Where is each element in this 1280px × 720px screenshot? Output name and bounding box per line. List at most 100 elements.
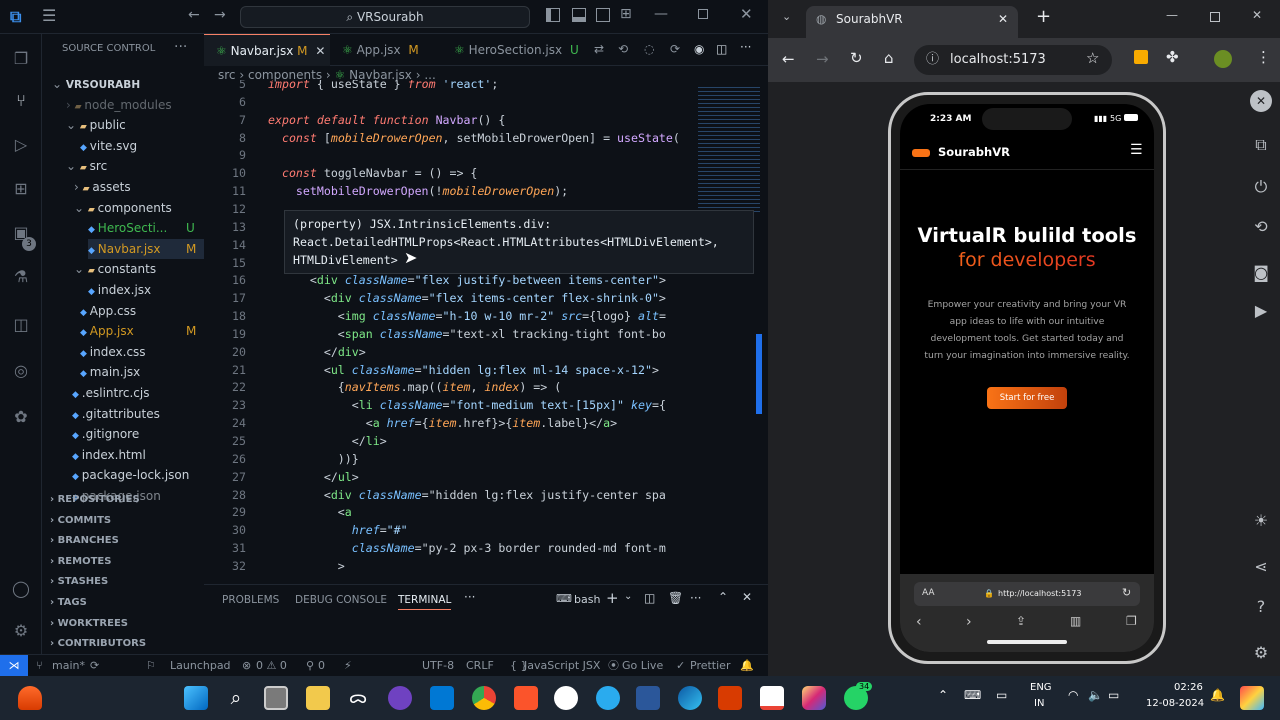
brave-icon[interactable] xyxy=(514,686,538,710)
tree-file[interactable]: ◆ Navbar.jsx M xyxy=(88,238,204,259)
tree-file[interactable]: ◆ package-lock.json xyxy=(72,465,189,485)
safari-back-icon[interactable]: ‹ xyxy=(916,614,922,630)
profile-avatar[interactable] xyxy=(1214,50,1232,68)
power-icon[interactable]: ⏻ xyxy=(1250,176,1272,198)
close-tab-icon[interactable]: ✕ xyxy=(998,6,1008,32)
toggle-blame-icon[interactable]: ◌ xyxy=(644,42,654,56)
prettier[interactable]: Prettier xyxy=(690,655,730,677)
sidebar-section-header[interactable]: › COMMITS xyxy=(50,511,111,531)
windows-start-icon[interactable] xyxy=(184,686,208,710)
wifi-icon[interactable]: ◠ xyxy=(1068,688,1078,702)
refresh-icon[interactable]: ↻ xyxy=(1122,586,1131,599)
site-info-icon[interactable]: ⓘ xyxy=(926,45,939,75)
terminal-name[interactable]: bash xyxy=(574,593,600,606)
chevron-down-icon[interactable]: ⌄ xyxy=(624,591,632,602)
vscode-taskbar-icon[interactable] xyxy=(430,686,454,710)
tree-file[interactable]: ◆ vite.svg xyxy=(80,136,137,156)
account-icon[interactable]: ◯ xyxy=(10,578,32,600)
edge-icon[interactable] xyxy=(678,686,702,710)
safari-forward-icon[interactable]: › xyxy=(966,614,972,630)
screenshot-icon[interactable]: ◙ xyxy=(1250,262,1272,284)
reload-icon[interactable]: ↻ xyxy=(850,49,863,67)
site-brand[interactable]: SourabhVR xyxy=(938,145,1010,159)
tab-problems[interactable]: PROBLEMS xyxy=(222,594,279,606)
sidebar-section-header[interactable]: › REMOTES xyxy=(50,552,111,572)
next-change-icon[interactable]: ⟳ xyxy=(670,42,680,56)
close-tab-icon[interactable]: ✕ xyxy=(315,44,325,58)
widgets-icon[interactable] xyxy=(1240,686,1264,710)
tree-file[interactable]: ◆ main.jsx xyxy=(80,362,140,382)
launchpad[interactable]: Launchpad xyxy=(170,655,231,677)
close-rail-icon[interactable]: ✕ xyxy=(1250,90,1272,112)
github-desktop-icon[interactable] xyxy=(388,686,412,710)
menu-icon[interactable]: ☰ xyxy=(42,6,56,25)
toggle-panel-icon[interactable] xyxy=(572,8,586,22)
problems-count[interactable]: 0 ⚠ 0 xyxy=(256,655,287,677)
tree-file[interactable]: ◆ HeroSecti... U xyxy=(88,218,195,238)
tree-file[interactable]: ◆ .gitignore xyxy=(72,424,139,444)
previous-change-icon[interactable]: ⟲ xyxy=(618,42,628,56)
minimap[interactable] xyxy=(698,84,760,214)
sidebar-section-header[interactable]: › REPOSITORIES xyxy=(50,490,140,510)
copilot-icon[interactable]: ᯅ xyxy=(346,686,370,710)
address-bar[interactable]: ⓘ localhost:5173 xyxy=(914,45,1112,75)
code-view[interactable]: 5 import { useState } from 'react'; 6 7 expo… xyxy=(204,80,694,578)
file-explorer-icon[interactable] xyxy=(306,686,330,710)
chrome-icon[interactable] xyxy=(472,686,496,710)
app-flame-icon[interactable] xyxy=(18,686,42,710)
toggle-sidebar-icon[interactable] xyxy=(546,8,560,22)
back-icon[interactable]: ← xyxy=(782,50,795,68)
run-debug-icon[interactable]: ▷ xyxy=(10,134,32,156)
encoding[interactable]: UTF-8 xyxy=(422,655,454,677)
remote-icon[interactable]: ⋊ xyxy=(0,655,28,677)
settings-gear-icon[interactable]: ⚙ xyxy=(1250,642,1272,664)
show-hidden-icons-icon[interactable]: ⌃ xyxy=(938,688,948,702)
close-window-icon[interactable]: ✕ xyxy=(1252,8,1262,22)
close-panel-icon[interactable]: ✕ xyxy=(742,590,752,604)
extensions-icon[interactable]: ⊞ xyxy=(10,178,32,200)
safari-share-icon[interactable]: ⇪ xyxy=(1016,614,1026,628)
panel-more-icon[interactable]: ··· xyxy=(464,590,475,604)
notepad-icon[interactable] xyxy=(636,686,660,710)
screen-recorder-icon[interactable] xyxy=(718,686,742,710)
tree-root[interactable]: ⌄ VRSOURABH xyxy=(52,74,140,94)
home-icon[interactable]: ⌂ xyxy=(884,49,894,67)
maximize-icon[interactable] xyxy=(698,9,708,19)
gmail-icon[interactable] xyxy=(760,686,784,710)
line-ending[interactable]: CRLF xyxy=(466,655,494,677)
explorer-icon[interactable]: ❐ xyxy=(10,48,32,70)
sidebar-section-header[interactable]: › STASHES xyxy=(50,572,108,592)
go-live[interactable]: Go Live xyxy=(622,655,663,677)
task-view-icon[interactable] xyxy=(264,686,288,710)
tree-file[interactable]: ◆ App.css xyxy=(80,301,136,321)
compare-icon[interactable]: ⇄ xyxy=(594,42,604,56)
notifications-bell-icon[interactable]: 🔔 xyxy=(740,655,754,677)
new-terminal-icon[interactable]: + xyxy=(606,589,619,607)
help-icon[interactable]: ? xyxy=(1250,596,1272,618)
sidebar-section-header[interactable]: › CONTRIBUTORS xyxy=(50,634,146,654)
docker-icon[interactable]: ◫ xyxy=(10,314,32,336)
share-icon[interactable]: ⋖ xyxy=(1250,556,1272,578)
tree-folder[interactable]: ⌄ ▰ public xyxy=(66,115,126,135)
language-mode[interactable]: JavaScript JSX xyxy=(524,655,600,677)
settings-gear-icon[interactable]: ⚙ xyxy=(10,620,32,642)
sidebar-section-header[interactable]: › BRANCHES xyxy=(50,531,119,551)
tab-search-icon[interactable]: ⌄ xyxy=(782,10,791,23)
command-center-search[interactable]: ⌕ VRSourabh xyxy=(240,6,530,28)
indicator-icon[interactable]: ⚡ xyxy=(344,655,352,677)
gitlens-icon[interactable]: ◎ xyxy=(10,360,32,382)
brightness-icon[interactable]: ☀ xyxy=(1250,510,1272,532)
customize-layout-icon[interactable]: ⊞ xyxy=(620,6,632,22)
panel-more-2-icon[interactable]: ··· xyxy=(690,591,701,605)
tree-folder[interactable]: ⌄ ▰ constants xyxy=(74,259,156,279)
forward-icon[interactable]: → xyxy=(816,50,829,68)
rotate-device-icon[interactable]: ⧉ xyxy=(1250,134,1272,156)
back-arrow-icon[interactable]: ← xyxy=(188,7,200,23)
github-icon[interactable] xyxy=(554,686,578,710)
sidebar-section-header[interactable]: › TAGS xyxy=(50,593,87,613)
branch-name[interactable]: main* xyxy=(52,655,85,677)
battery-icon[interactable]: ▭ xyxy=(1108,688,1119,702)
split-terminal-icon[interactable]: ◫ xyxy=(644,591,655,605)
safari-address-bar[interactable]: AA 🔒 http://localhost:5173 ↻ xyxy=(914,582,1140,606)
tab-terminal[interactable]: TERMINAL xyxy=(398,594,452,610)
